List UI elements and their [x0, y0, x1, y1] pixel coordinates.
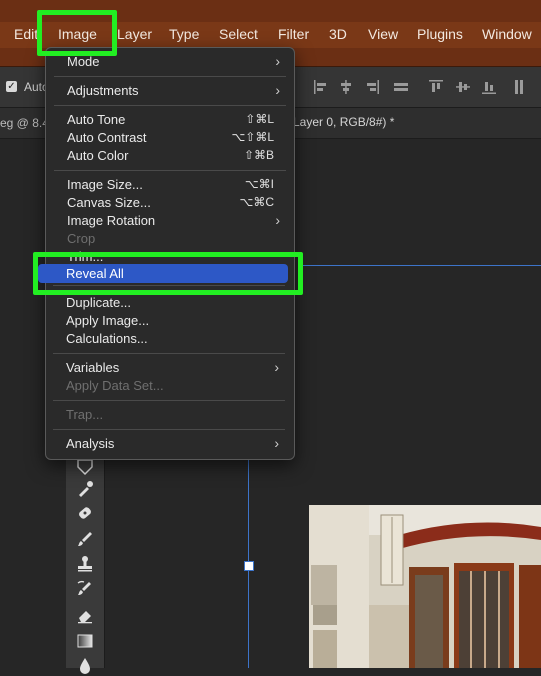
history-brush-tool-icon[interactable]: [75, 579, 95, 599]
shortcut-image-size: ⌥⌘I: [244, 177, 274, 191]
brush-tool-icon[interactable]: [75, 529, 95, 549]
clone-stamp-tool-icon[interactable]: [75, 554, 95, 574]
align-bottom-icon[interactable]: [481, 79, 497, 95]
menu-item-image-rotation[interactable]: Image Rotation: [67, 213, 155, 228]
menu-item-auto-tone[interactable]: Auto Tone: [67, 112, 125, 127]
frame-tool-icon[interactable]: [75, 457, 95, 477]
chevron-right-icon: ›: [275, 212, 280, 228]
distribute-vertical-icon[interactable]: [511, 79, 527, 95]
menu-filter[interactable]: Filter: [278, 26, 309, 42]
eyedropper-tool-icon[interactable]: [75, 479, 95, 499]
align-right-icon[interactable]: [364, 79, 380, 95]
transform-handle[interactable]: [244, 561, 254, 571]
canvas-photo: [309, 505, 541, 668]
menu-3d[interactable]: 3D: [329, 26, 347, 42]
align-left-icon[interactable]: [313, 79, 329, 95]
menu-separator: [54, 105, 286, 106]
distribute-icon[interactable]: [393, 79, 409, 95]
canvas-guide-horizontal: [300, 265, 541, 266]
align-center-icon[interactable]: [338, 79, 354, 95]
eraser-tool-icon[interactable]: [75, 605, 95, 625]
tab-active-document[interactable]: Layer 0, RGB/8#) *: [293, 115, 394, 129]
shortcut-auto-color: ⇧⌘B: [243, 148, 274, 162]
menu-item-auto-color[interactable]: Auto Color: [67, 148, 128, 163]
auto-select-checkbox[interactable]: ✓: [6, 81, 17, 92]
menu-separator: [54, 170, 286, 171]
menu-item-mode[interactable]: Mode: [67, 54, 100, 69]
menu-item-image-size[interactable]: Image Size...: [67, 177, 143, 192]
shortcut-auto-tone: ⇧⌘L: [245, 112, 274, 126]
menu-item-auto-contrast[interactable]: Auto Contrast: [67, 130, 147, 145]
blur-tool-icon[interactable]: [75, 656, 95, 676]
menu-layer[interactable]: Layer: [117, 26, 152, 42]
chevron-right-icon: ›: [275, 82, 280, 98]
menu-item-crop: Crop: [67, 231, 96, 246]
menu-separator: [54, 76, 286, 77]
menu-view[interactable]: View: [368, 26, 398, 42]
tab-left[interactable]: eg @ 8.4: [0, 116, 49, 130]
healing-brush-tool-icon[interactable]: [75, 503, 95, 523]
gradient-tool-icon[interactable]: [75, 631, 95, 651]
menu-type[interactable]: Type: [169, 26, 199, 42]
menu-window[interactable]: Window: [482, 26, 532, 42]
menu-item-adjustments[interactable]: Adjustments: [67, 83, 139, 98]
tools-panel: [66, 457, 105, 674]
menu-plugins[interactable]: Plugins: [417, 26, 463, 42]
menu-item-canvas-size[interactable]: Canvas Size...: [67, 195, 151, 210]
menu-select[interactable]: Select: [219, 26, 258, 42]
shortcut-canvas-size: ⌥⌘C: [239, 195, 275, 209]
align-top-icon[interactable]: [428, 79, 444, 95]
highlight-box-reveal-all: [33, 252, 303, 295]
highlight-box-image-menu: [37, 10, 117, 56]
building-photo-image: [309, 505, 541, 668]
shortcut-auto-contrast: ⌥⇧⌘L: [231, 130, 274, 144]
menu-edit[interactable]: Edit: [14, 26, 38, 42]
align-middle-icon[interactable]: [455, 79, 471, 95]
chevron-right-icon: ›: [275, 53, 280, 69]
